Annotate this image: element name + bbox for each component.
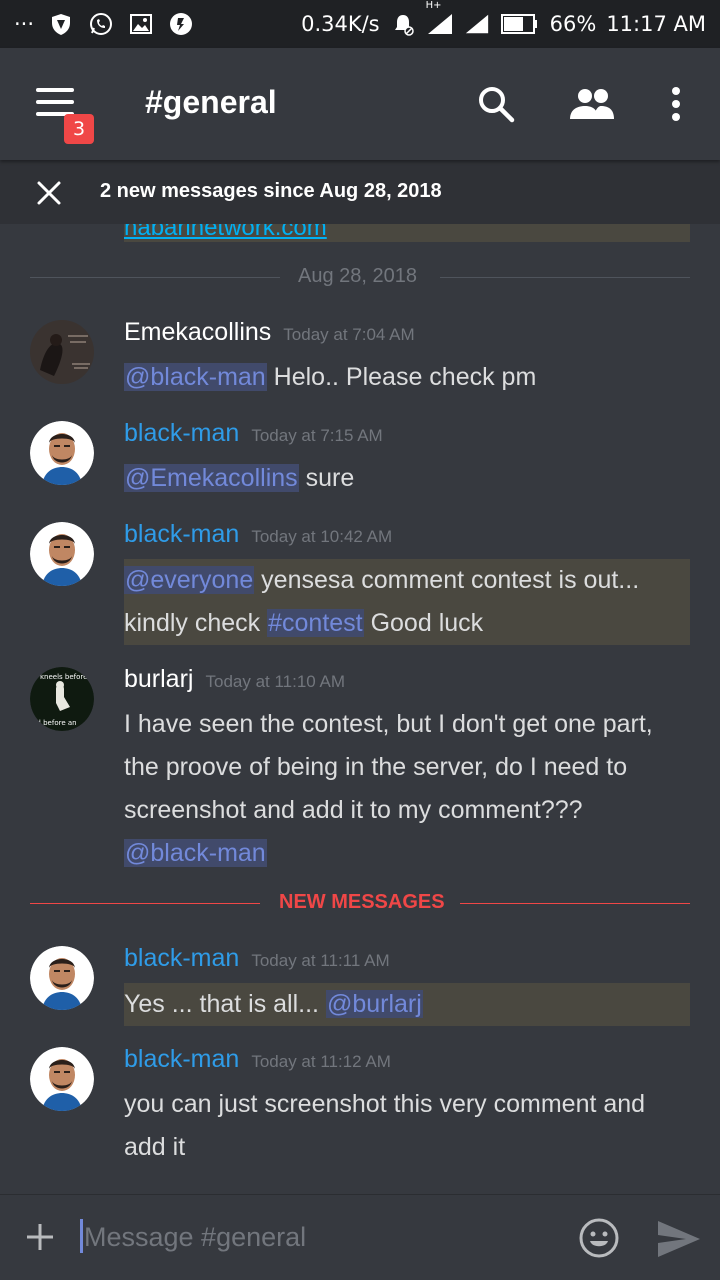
message-author[interactable]: Emekacollins Today at 7:04 AM	[124, 318, 415, 347]
message-list[interactable]: nabarinetwork.com Aug 28, 2018 Emekacoll…	[0, 224, 720, 1194]
members-icon[interactable]	[568, 80, 616, 128]
everyone-mention[interactable]: @everyone	[124, 566, 255, 594]
status-bar: ··· 0.34K/s H+ 66% 11:17 AM	[0, 0, 720, 48]
unread-badge: 3	[64, 114, 94, 144]
message-body: you can just screenshot this very commen…	[124, 1083, 690, 1169]
message-text: kindly check	[124, 609, 268, 637]
clock: 11:17 AM	[606, 12, 706, 36]
message-text: you can just screenshot this very commen…	[124, 1090, 646, 1118]
channel-header: 3 #general	[0, 48, 720, 160]
author-name: burlarj	[124, 665, 194, 693]
message-timestamp: Today at 10:42 AM	[251, 527, 393, 546]
avatar[interactable]	[30, 1047, 94, 1111]
message-text: Good luck	[363, 609, 484, 637]
new-messages-label: NEW MESSAGES	[279, 891, 445, 913]
avatar-caption: nd before an	[32, 719, 77, 727]
new-messages-text: 2 new messages since Aug 28, 2018	[100, 180, 442, 202]
author-name: black-man	[124, 419, 240, 447]
date-divider-label: Aug 28, 2018	[298, 265, 417, 287]
message-body: @Emekacollins sure	[124, 457, 690, 500]
add-attachment-icon[interactable]	[24, 1221, 56, 1253]
message-timestamp: Today at 11:10 AM	[205, 672, 346, 691]
message-body: I have seen the contest, but I don't get…	[124, 703, 690, 875]
message-text: Yes ... that is all...	[124, 990, 326, 1018]
message-body-highlighted: Yes ... that is all... @burlarj	[124, 983, 690, 1026]
more-vertical-icon[interactable]	[652, 80, 700, 128]
message-composer	[0, 1194, 720, 1280]
text-cursor	[80, 1219, 83, 1253]
new-messages-divider: NEW MESSAGES	[30, 891, 690, 913]
send-icon[interactable]	[656, 1219, 702, 1259]
message-author[interactable]: black-man Today at 11:12 AM	[124, 1045, 391, 1074]
status-dots: ···	[14, 12, 35, 36]
avatar[interactable]	[30, 946, 94, 1010]
message-text: add it	[124, 1133, 186, 1161]
new-messages-bar[interactable]: 2 new messages since Aug 28, 2018	[0, 160, 720, 224]
signal-icon-2	[464, 11, 490, 37]
avatar[interactable]: kneels before nd before an	[30, 667, 94, 731]
author-name: black-man	[124, 520, 240, 548]
battery-icon	[500, 11, 540, 37]
search-icon[interactable]	[472, 80, 520, 128]
author-name: black-man	[124, 1045, 240, 1073]
network-type: H+	[425, 0, 442, 11]
message-text: screenshot and add it to my comment???	[124, 796, 583, 824]
author-name: Emekacollins	[124, 318, 272, 346]
channel-mention[interactable]: #contest	[267, 609, 364, 637]
battery-percent: 66%	[549, 12, 597, 36]
message-timestamp: Today at 11:12 AM	[251, 1052, 391, 1071]
gallery-icon	[128, 11, 154, 37]
date-divider: Aug 28, 2018	[30, 265, 690, 287]
net-speed: 0.34K/s	[301, 12, 380, 36]
vpn-shield-icon	[48, 11, 74, 37]
message-author[interactable]: black-man Today at 10:42 AM	[124, 520, 392, 549]
message-author[interactable]: black-man Today at 11:11 AM	[124, 944, 390, 973]
emoji-icon[interactable]	[578, 1217, 620, 1259]
avatar[interactable]	[30, 320, 94, 384]
user-mention[interactable]: @black-man	[124, 839, 267, 867]
message-text: I have seen the contest, but I don't get…	[124, 710, 653, 738]
message-text: the proove of being in the server, do I …	[124, 753, 628, 781]
signal-icon: H+	[426, 0, 454, 36]
message-timestamp: Today at 7:15 AM	[251, 426, 383, 445]
user-mention[interactable]: @Emekacollins	[124, 464, 299, 492]
message-text: yensesa comment contest is out...	[254, 566, 640, 594]
alarm-off-icon	[390, 11, 416, 37]
message-author[interactable]: black-man Today at 7:15 AM	[124, 419, 383, 448]
message-input[interactable]	[84, 1215, 554, 1259]
message-timestamp: Today at 7:04 AM	[283, 325, 415, 344]
embed-link[interactable]: nabarinetwork.com	[124, 224, 327, 242]
user-mention[interactable]: @burlarj	[325, 990, 423, 1018]
close-icon[interactable]	[34, 178, 64, 208]
message-body: @black-man Helo.. Please check pm	[124, 356, 690, 399]
user-mention[interactable]: @black-man	[124, 363, 267, 391]
message-text: Helo.. Please check pm	[266, 363, 537, 391]
previous-embed: nabarinetwork.com	[124, 224, 690, 242]
whatsapp-icon	[88, 11, 114, 37]
message-body-highlighted: @everyone yensesa comment contest is out…	[124, 559, 690, 645]
message-text: sure	[298, 464, 355, 492]
avatar-caption: kneels before	[40, 673, 87, 681]
message-author[interactable]: burlarj Today at 11:10 AM	[124, 665, 345, 694]
channel-title: #general	[145, 84, 277, 120]
avatar[interactable]	[30, 522, 94, 586]
message-timestamp: Today at 11:11 AM	[251, 951, 390, 970]
author-name: black-man	[124, 944, 240, 972]
avatar[interactable]	[30, 421, 94, 485]
app-icon	[168, 11, 194, 37]
